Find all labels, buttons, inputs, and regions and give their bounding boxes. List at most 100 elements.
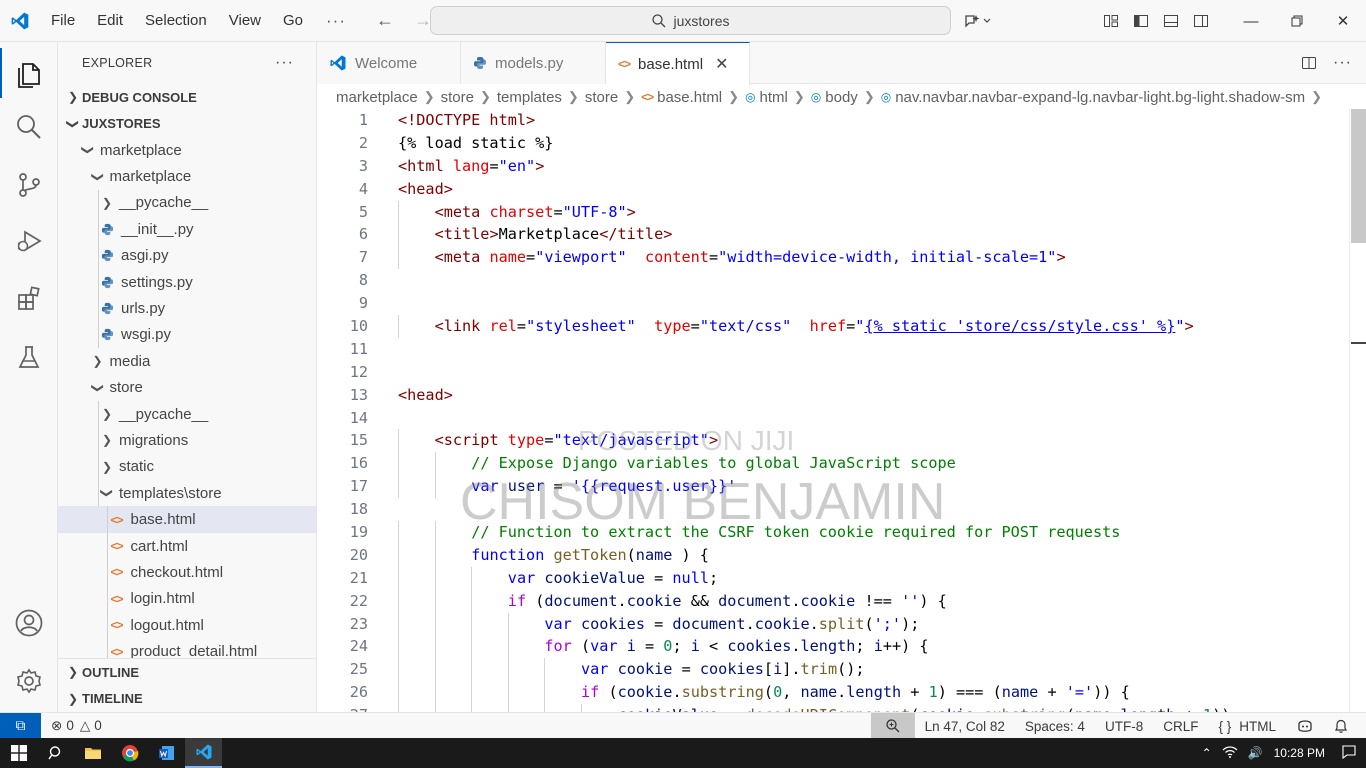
scrollbar-thumb[interactable] <box>1351 109 1366 243</box>
folder-item[interactable]: ❯ marketplace <box>58 163 316 189</box>
back-arrow-icon[interactable]: ← <box>366 10 404 31</box>
copilot-icon[interactable] <box>954 0 1000 42</box>
notifications-bell-icon[interactable] <box>1324 713 1366 739</box>
word-icon[interactable] <box>148 738 185 768</box>
manage-gear-icon[interactable] <box>0 656 58 706</box>
line-number: 2 <box>358 133 368 152</box>
file-item[interactable]: <> base.html <box>58 506 316 533</box>
network-icon[interactable] <box>1217 745 1243 761</box>
file-item[interactable]: wsgi.py <box>58 321 316 349</box>
folder-item[interactable]: ❯ __pycache__ <box>58 189 316 217</box>
menu-view[interactable]: View <box>218 0 272 42</box>
search-activity-icon[interactable] <box>0 102 58 152</box>
volume-icon[interactable]: 🔊 <box>1243 746 1268 760</box>
testing-icon[interactable] <box>0 332 58 382</box>
code-token: ; <box>672 637 691 656</box>
end-of-line[interactable]: CRLF <box>1153 713 1208 739</box>
notification-center-icon[interactable] <box>1337 744 1366 762</box>
chevron-right-icon: ❯ <box>479 89 491 104</box>
file-item[interactable]: <> checkout.html <box>58 559 316 586</box>
toggle-panel-icon[interactable] <box>1156 0 1186 42</box>
indentation[interactable]: Spaces: 4 <box>1015 713 1095 739</box>
editor-scrollbar[interactable] <box>1349 109 1366 712</box>
close-window-icon[interactable]: ✕ <box>1320 0 1366 42</box>
copilot-status-icon[interactable] <box>1286 713 1324 739</box>
breadcrumb-item[interactable]: body <box>825 89 858 106</box>
timeline-section[interactable]: ❯ TIMELINE <box>58 686 316 713</box>
folder-item[interactable]: ❯ store <box>58 375 316 401</box>
breadcrumb-item[interactable]: html <box>760 89 788 106</box>
language-mode[interactable]: { } HTML <box>1208 713 1286 739</box>
clock[interactable]: 10:28 PM <box>1268 746 1337 760</box>
chrome-icon[interactable] <box>111 738 148 768</box>
menu-more-icon[interactable]: ··· <box>314 11 358 31</box>
breadcrumb-item[interactable]: base.html <box>657 89 722 106</box>
tab-models-py[interactable]: models.py <box>461 42 606 84</box>
source-control-icon[interactable] <box>0 160 58 210</box>
file-item[interactable]: <> login.html <box>58 585 316 613</box>
file-item[interactable]: <> logout.html <box>58 612 316 639</box>
menu-go[interactable]: Go <box>272 0 314 42</box>
code-line: 27 cookieValue = decodeURIComponent(cooki… <box>317 704 1349 712</box>
python-file-icon <box>99 223 115 236</box>
debug-console-section[interactable]: ❯ DEBUG CONSOLE <box>58 84 316 111</box>
breadcrumb-item[interactable]: store <box>441 89 474 106</box>
minimize-icon[interactable]: — <box>1228 0 1274 42</box>
code-editor[interactable]: 1 <!DOCTYPE html> 2 {% load static %} 3 <html… <box>317 109 1349 712</box>
folder-item[interactable]: ❯ media <box>58 348 316 374</box>
file-explorer-icon[interactable] <box>74 738 111 768</box>
cursor-position[interactable]: Ln 47, Col 82 <box>915 713 1015 739</box>
menu-selection[interactable]: Selection <box>134 0 218 42</box>
extensions-icon[interactable] <box>0 274 58 324</box>
breadcrumb: marketplace ❯ store ❯ templates ❯ store … <box>317 85 1366 109</box>
menu-file[interactable]: File <box>40 0 86 42</box>
tray-overflow-icon[interactable]: ⌃ <box>1197 746 1217 760</box>
accounts-icon[interactable] <box>0 598 58 648</box>
toggle-secondary-sidebar-icon[interactable] <box>1186 0 1216 42</box>
folder-item[interactable]: ❯ marketplace <box>58 137 316 163</box>
split-editor-icon[interactable] <box>1301 55 1317 71</box>
explorer-icon[interactable] <box>0 48 58 98</box>
menu-edit[interactable]: Edit <box>86 0 134 42</box>
command-center-search[interactable]: juxstores <box>430 6 951 35</box>
outline-section[interactable]: ❯ OUTLINE <box>58 659 316 686</box>
file-item[interactable]: __init__.py <box>58 216 316 243</box>
taskbar-search-icon[interactable] <box>37 738 74 768</box>
folder-item[interactable]: ❯ templates\store <box>58 480 316 507</box>
file-item[interactable]: settings.py <box>58 268 316 296</box>
vscode-taskbar-icon[interactable] <box>185 738 222 768</box>
encoding[interactable]: UTF-8 <box>1095 713 1153 739</box>
breadcrumb-item[interactable]: store <box>585 89 618 106</box>
problems-indicator[interactable]: ⊗ 0 △ 0 <box>51 718 102 734</box>
indent-guide <box>471 612 473 636</box>
file-item[interactable]: urls.py <box>58 295 316 322</box>
code-text: <head> <box>398 178 453 201</box>
file-item[interactable]: asgi.py <box>58 242 316 269</box>
code-line: 12 <box>317 361 1349 384</box>
editor-more-icon[interactable]: ··· <box>1333 54 1352 72</box>
code-token: > <box>535 156 545 175</box>
run-debug-icon[interactable] <box>0 216 58 266</box>
code-token: cookie <box>754 614 810 633</box>
folder-item[interactable]: ❯ __pycache__ <box>58 400 316 428</box>
customize-layout-icon[interactable] <box>1096 0 1126 42</box>
explorer-header: EXPLORER ··· <box>58 42 316 84</box>
tab-base-html[interactable]: <> base.html ✕ <box>606 42 750 85</box>
explorer-more-icon[interactable]: ··· <box>275 54 294 72</box>
windows-start-icon[interactable] <box>0 738 37 768</box>
remote-indicator-icon[interactable]: ⧉ <box>0 712 41 739</box>
zoom-icon[interactable] <box>870 713 915 739</box>
code-token: if <box>507 591 536 610</box>
close-tab-icon[interactable]: ✕ <box>715 54 728 74</box>
toggle-primary-sidebar-icon[interactable] <box>1126 0 1156 42</box>
workspace-root-section[interactable]: ❯ JUXSTORES <box>58 111 316 138</box>
code-token: ';' <box>873 614 902 633</box>
restore-icon[interactable] <box>1274 0 1320 42</box>
breadcrumb-item[interactable]: templates <box>497 89 562 106</box>
folder-item[interactable]: ❯ migrations <box>58 427 316 454</box>
breadcrumb-item[interactable]: nav.navbar.navbar-expand-lg.navbar-light… <box>895 89 1305 106</box>
breadcrumb-item[interactable]: marketplace <box>336 89 418 106</box>
folder-item[interactable]: ❯ static <box>58 453 316 481</box>
tab-welcome[interactable]: Welcome <box>317 42 461 84</box>
file-item[interactable]: <> cart.html <box>58 532 316 560</box>
